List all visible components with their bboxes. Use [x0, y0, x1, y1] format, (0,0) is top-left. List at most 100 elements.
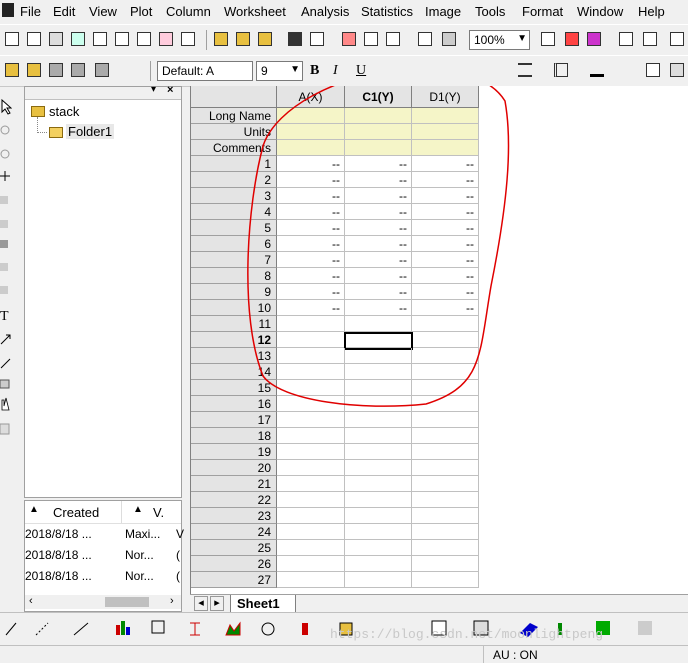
superscript-icon[interactable] — [378, 61, 396, 79]
recalculate-icon[interactable] — [440, 30, 458, 48]
extra-cell: ( — [176, 548, 180, 562]
menu-window[interactable]: Window — [577, 4, 623, 19]
extra-cell: V — [176, 527, 185, 541]
column-view[interactable]: V. — [153, 505, 164, 520]
save-template-icon[interactable] — [308, 30, 326, 48]
data-reader-icon[interactable] — [25, 61, 43, 79]
decrease-font-icon[interactable] — [490, 61, 508, 79]
hand-icon — [1, 397, 10, 411]
error-bar-icon — [190, 622, 200, 636]
worksheet: A(X) C1(Y) D1(Y) Long Name Units Comments 1 -- -… — [190, 86, 688, 594]
scatter-plot-icon — [35, 622, 49, 636]
menu-format[interactable]: Format — [522, 4, 563, 19]
chevron-left-icon[interactable]: ‹ — [29, 595, 33, 607]
tab-sheet1-label: Sheet1 — [237, 596, 280, 611]
menu-analysis[interactable]: Analysis — [301, 4, 349, 19]
close-icon[interactable]: × — [167, 84, 173, 96]
project-explorer-icon[interactable] — [668, 30, 686, 48]
menu-help[interactable]: Help — [638, 4, 665, 19]
watermark: https://blog.csdn.net/moonlightpeng — [330, 627, 604, 642]
new-function-icon[interactable] — [135, 30, 153, 48]
au-status: AU : ON — [493, 648, 538, 662]
duplicate-icon[interactable] — [416, 30, 434, 48]
new-worksheet-icon[interactable] — [47, 30, 65, 48]
increase-font-icon[interactable] — [466, 61, 484, 79]
file-list-row[interactable]: 2018/8/18 ... Maxi... V — [25, 525, 185, 545]
unmask-icon[interactable] — [69, 61, 87, 79]
file-list-row[interactable]: 2018/8/18 ... Nor... ( — [25, 567, 181, 587]
tab-next-icon[interactable]: ▸ — [210, 596, 224, 611]
menu-edit[interactable]: Edit — [53, 4, 75, 19]
created-cell: 2018/8/18 ... — [25, 569, 92, 583]
font-size-combo[interactable]: 9 ▼ — [256, 61, 303, 81]
scrollbar-thumb[interactable] — [105, 597, 149, 607]
open-folder-icon — [49, 127, 63, 138]
pencil-icon[interactable] — [3, 61, 21, 79]
font-combo[interactable]: Default: A — [157, 61, 253, 81]
folder-icon — [31, 106, 45, 117]
mask-icon[interactable] — [47, 61, 65, 79]
menu-view[interactable]: View — [89, 4, 117, 19]
new-graph-icon[interactable] — [91, 30, 109, 48]
code-builder-icon[interactable] — [617, 30, 635, 48]
app-icon[interactable] — [2, 3, 14, 17]
underline-button[interactable]: U — [356, 63, 366, 79]
screen-reader-icon — [0, 220, 8, 228]
chevron-down-icon[interactable]: ▾ — [151, 84, 156, 95]
chevron-right-icon[interactable]: › — [170, 595, 174, 607]
open-icon[interactable] — [212, 30, 230, 48]
text-tool-icon: T — [0, 309, 9, 324]
extra-cell: ( — [176, 569, 180, 583]
pattern-icon[interactable] — [668, 61, 686, 79]
file-list-row[interactable]: 2018/8/18 ... Nor... ( — [25, 546, 181, 566]
menu-plot[interactable]: Plot — [130, 4, 152, 19]
tab-prev-icon[interactable]: ◂ — [194, 596, 208, 611]
menu-column[interactable]: Column — [166, 4, 211, 19]
new-matrix-icon[interactable] — [113, 30, 131, 48]
new-folder-icon[interactable] — [25, 30, 43, 48]
zoom-out-icon — [0, 149, 10, 159]
tree-root-stack[interactable]: stack — [49, 104, 79, 119]
chevron-down-icon: ▼ — [517, 33, 527, 44]
horizontal-scrollbar[interactable]: ‹ › — [25, 595, 181, 609]
tab-sheet1[interactable]: Sheet1 — [230, 595, 296, 613]
save-icon[interactable] — [286, 30, 304, 48]
new-excel-icon[interactable] — [69, 30, 87, 48]
export-page-icon[interactable] — [585, 30, 603, 48]
border-icon[interactable] — [552, 61, 570, 79]
bold-button[interactable]: B — [310, 63, 319, 79]
menu-file[interactable]: File — [20, 4, 41, 19]
new-project-icon[interactable] — [3, 30, 21, 48]
import-icon[interactable] — [340, 30, 358, 48]
status-divider — [483, 646, 484, 663]
column-created[interactable]: Created — [53, 505, 99, 520]
export-icon[interactable] — [563, 30, 581, 48]
subscript-icon[interactable] — [420, 61, 438, 79]
zoom-combo[interactable]: 100% ▼ — [469, 30, 530, 50]
menu-image[interactable]: Image — [425, 4, 461, 19]
font-value: Default: A — [162, 64, 215, 78]
explorer-titlebar: ▾ × — [25, 84, 181, 100]
print-icon[interactable] — [539, 30, 557, 48]
chevron-down-icon: ▼ — [290, 64, 300, 75]
italic-button[interactable]: I — [333, 63, 338, 79]
results-log-icon[interactable] — [641, 30, 659, 48]
tree-line — [37, 117, 39, 133]
menu-tools[interactable]: Tools — [475, 4, 505, 19]
swap-mask-icon[interactable] — [93, 61, 111, 79]
view-cell: Maxi... — [125, 527, 161, 541]
fill-color-icon[interactable] — [644, 61, 662, 79]
font-color-icon[interactable] — [588, 61, 606, 79]
align-left-icon[interactable] — [516, 61, 534, 79]
zoom-in-icon — [0, 125, 10, 135]
tree-item-folder1[interactable]: Folder1 — [66, 124, 115, 139]
menu-worksheet[interactable]: Worksheet — [224, 4, 286, 19]
open-template-icon[interactable] — [234, 30, 252, 48]
open-excel-icon[interactable] — [256, 30, 274, 48]
menu-statistics[interactable]: Statistics — [361, 4, 413, 19]
new-layout-icon[interactable] — [157, 30, 175, 48]
new-notes-icon[interactable] — [179, 30, 197, 48]
import-ascii-icon[interactable] — [362, 30, 380, 48]
file-list-header: ▲ Created ▲ V. — [25, 501, 181, 524]
import-multiple-icon[interactable] — [384, 30, 402, 48]
